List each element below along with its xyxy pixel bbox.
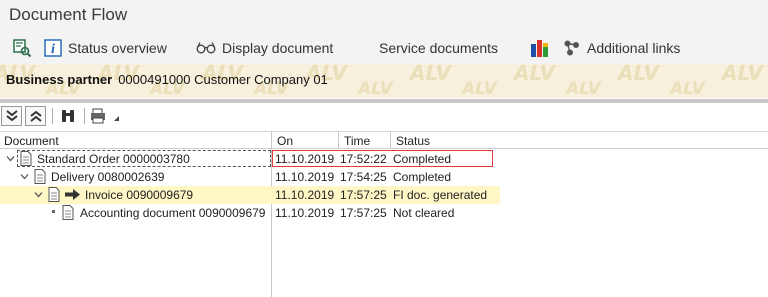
alv-toolbar: [0, 104, 768, 128]
alv-watermark-text: ALV: [512, 64, 556, 85]
status-cell: FI doc. generated: [393, 188, 488, 202]
document-icon: [20, 151, 32, 166]
service-documents-label: Service documents: [379, 40, 499, 56]
selection-frame: [272, 150, 493, 167]
alv-watermark-text: ALV: [720, 64, 764, 85]
business-partner-header: ALVALVALVALVALVALVALVALVALVALVALVALVALVA…: [0, 64, 768, 98]
status-cell: Completed: [393, 170, 452, 184]
column-divider: [338, 131, 339, 149]
alv-watermark-text: ALV: [408, 64, 452, 85]
table-row[interactable]: Standard Order 0000003780 11.10.2019 17:…: [0, 150, 500, 168]
column-header-document[interactable]: Document: [4, 134, 59, 148]
document-cell: Accounting document 0090009679: [80, 206, 266, 220]
header-separator: [0, 99, 768, 103]
column-header-status[interactable]: Status: [396, 134, 430, 148]
leaf-node-icon: [52, 210, 55, 213]
status-overview-label: Status overview: [68, 40, 167, 56]
column-divider: [390, 131, 391, 149]
column-header-time[interactable]: Time: [344, 134, 370, 148]
status-overview-button[interactable]: i Status overview: [44, 38, 167, 58]
document-icon: [34, 169, 46, 184]
table-row[interactable]: Invoice 0090009679 11.10.2019 17:57:25 F…: [0, 186, 500, 204]
alv-watermark-text: ALV: [616, 64, 660, 85]
status-cell: Not cleared: [393, 206, 455, 220]
alv-watermark-text: ALV: [668, 79, 707, 98]
document-cell: Standard Order 0000003780: [37, 152, 190, 166]
date-cell: 11.10.2019: [275, 188, 335, 202]
expand-all-icon: [5, 110, 18, 122]
links-icon: [564, 40, 579, 56]
chart-button[interactable]: [530, 38, 550, 58]
arrow-right-icon: [65, 189, 80, 200]
expand-all-button[interactable]: [1, 106, 22, 126]
info-icon: i: [44, 39, 62, 57]
date-cell: 11.10.2019: [275, 206, 335, 220]
alv-toolbar-divider: [84, 108, 85, 124]
additional-links-label: Additional links: [587, 40, 681, 56]
expanded-icon[interactable]: [6, 154, 15, 163]
find-button-alv[interactable]: [57, 106, 78, 126]
bar-chart-icon: [531, 40, 548, 57]
table-row[interactable]: Delivery 0080002639 11.10.2019 17:54:25 …: [0, 168, 500, 186]
column-header-on[interactable]: On: [277, 134, 293, 148]
expanded-icon[interactable]: [20, 172, 29, 181]
print-button[interactable]: [89, 106, 121, 126]
additional-links-button[interactable]: Additional links: [563, 38, 680, 58]
document-icon: [48, 187, 60, 202]
display-document-label: Display document: [222, 40, 334, 56]
glasses-icon: [196, 42, 216, 54]
document-cell: Delivery 0080002639: [51, 170, 165, 184]
table-row[interactable]: Accounting document 0090009679 11.10.201…: [0, 204, 500, 222]
collapse-all-icon: [29, 110, 42, 122]
date-cell: 11.10.2019: [275, 170, 335, 184]
alv-watermark-text: ALV: [356, 79, 395, 98]
document-icon: [62, 205, 74, 220]
document-cell: Invoice 0090009679: [85, 188, 194, 202]
document-flow-grid: Document On Time Status Standard Order 0…: [0, 131, 768, 297]
collapse-all-button[interactable]: [25, 106, 46, 126]
glasses-find-icon: [13, 39, 32, 58]
display-document-button[interactable]: Display document: [196, 38, 333, 58]
print-icon: [91, 108, 119, 124]
expanded-icon[interactable]: [34, 190, 43, 199]
time-cell: 17:57:25: [340, 188, 387, 202]
find-button[interactable]: [12, 38, 32, 58]
title-bar: Document Flow: [0, 0, 768, 31]
business-partner: Business partner 0000491000 Customer Comp…: [6, 72, 328, 87]
window-title: Document Flow: [9, 5, 128, 24]
business-partner-label: Business partner: [6, 72, 113, 87]
business-partner-value: 0000491000 Customer Company 01: [118, 72, 328, 87]
alv-toolbar-divider: [52, 108, 53, 124]
grid-header: Document On Time Status: [0, 131, 768, 149]
alv-watermark-text: ALV: [460, 79, 499, 98]
application-toolbar: i Status overview Display document Servi…: [0, 31, 768, 64]
time-cell: 17:57:25: [340, 206, 387, 220]
svg-text:i: i: [51, 42, 55, 57]
find-icon: [61, 110, 74, 122]
alv-watermark-text: ALV: [564, 79, 603, 98]
time-cell: 17:54:25: [340, 170, 387, 184]
service-documents-button[interactable]: Service documents: [379, 38, 498, 58]
